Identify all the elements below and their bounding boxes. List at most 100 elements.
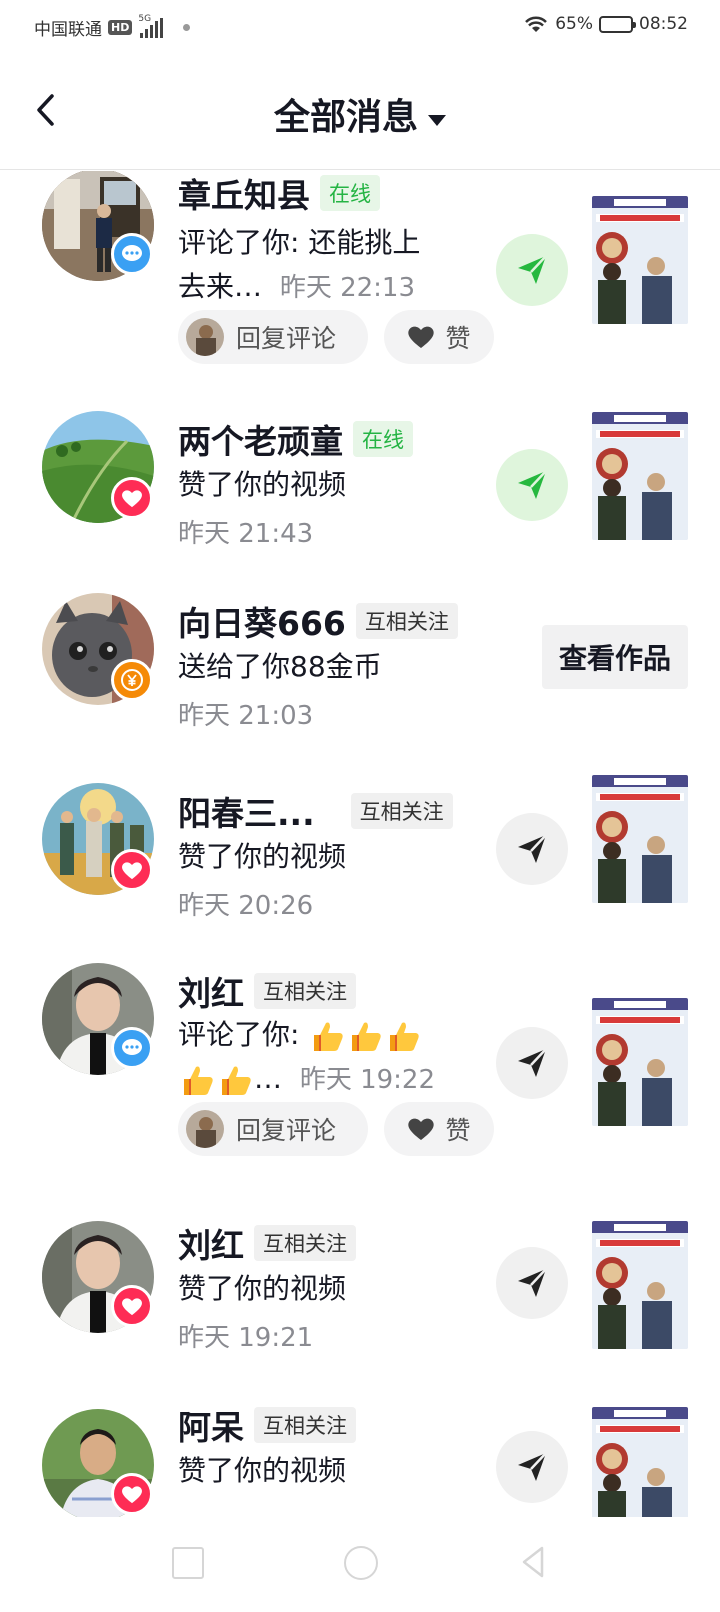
comment-icon: [122, 245, 142, 261]
top-bar: 全部消息: [0, 54, 720, 170]
heart-icon: [122, 1485, 142, 1503]
list-item[interactable]: 两个老顽童 在线 赞了你的视频 昨天 21:43: [0, 407, 720, 577]
sender-name[interactable]: 阳春三...: [178, 787, 315, 835]
timestamp: 昨天 22:13: [279, 273, 416, 303]
sender-name[interactable]: 阿呆: [178, 1401, 244, 1449]
send-button[interactable]: [496, 1027, 568, 1099]
sender-name[interactable]: 向日葵666: [178, 597, 346, 645]
list-item[interactable]: 向日葵666 互相关注 送给了你88金币 昨天 21:03 查看作品: [0, 589, 720, 759]
send-icon: [518, 1268, 547, 1297]
back-triangle-icon[interactable]: [520, 1545, 546, 1579]
reply-avatar: [186, 1110, 224, 1148]
heart-icon: [122, 489, 142, 507]
like-label: 赞: [445, 1116, 471, 1145]
page-title: 全部消息: [273, 97, 418, 138]
message-line-1: 评论了你:: [178, 1018, 309, 1051]
online-tag: 在线: [353, 421, 413, 457]
list-item[interactable]: 阿呆 互相关注 赞了你的视频: [0, 1397, 720, 1517]
notification-dot-icon: [183, 24, 191, 31]
message-text[interactable]: 送给了你88金币: [178, 645, 382, 689]
send-button[interactable]: [496, 813, 568, 885]
send-icon: [518, 255, 547, 284]
timestamp: 昨天 20:26: [178, 891, 314, 921]
reply-label: 回复评论: [236, 324, 337, 353]
message-line-2: 去来…: [178, 270, 263, 303]
video-thumbnail[interactable]: [592, 1221, 688, 1349]
timestamp: 昨天 19:22: [299, 1065, 436, 1095]
timestamp: 昨天 19:21: [178, 1323, 314, 1353]
like-button[interactable]: 赞: [384, 1102, 494, 1156]
online-tag: 在线: [320, 175, 380, 211]
send-button[interactable]: [496, 449, 568, 521]
system-nav-bar: [0, 1517, 720, 1612]
message-text[interactable]: 评论了你: … 昨天 19:22: [178, 1013, 435, 1102]
comment-badge: [111, 233, 153, 275]
reply-comment-button[interactable]: 回复评论: [178, 310, 368, 364]
thumbs-up-icon: [352, 1022, 382, 1051]
home-button[interactable]: [344, 1546, 378, 1580]
video-thumbnail[interactable]: [592, 196, 688, 324]
send-button[interactable]: [496, 1431, 568, 1503]
status-bar: 中国联通 HD 5G 65% 08:52: [0, 0, 720, 54]
sender-name[interactable]: 刘红: [178, 967, 244, 1015]
title-dropdown[interactable]: 全部消息: [0, 88, 720, 140]
mutual-follow-tag: 互相关注: [254, 1407, 356, 1443]
hd-badge: HD: [108, 20, 133, 35]
message-text[interactable]: 评论了你: 还能挑上 去来… 昨天 22:13: [178, 221, 420, 310]
message-text[interactable]: 赞了你的视频: [178, 463, 346, 507]
send-button[interactable]: [496, 234, 568, 306]
thumbs-up-icon: [222, 1066, 251, 1095]
clock: 08:52: [639, 14, 688, 34]
like-badge: [111, 477, 153, 519]
message-text[interactable]: 赞了你的视频: [178, 835, 346, 879]
like-badge: [111, 849, 153, 891]
like-button[interactable]: 赞: [384, 310, 494, 364]
reply-label: 回复评论: [236, 1116, 337, 1145]
mutual-follow-tag: 互相关注: [254, 1225, 356, 1261]
list-item[interactable]: 刘红 互相关注 评论了你: … 昨天 19:22 回复评论 赞: [0, 963, 720, 1183]
list-item[interactable]: 阳春三... 互相关注 赞了你的视频 昨天 20:26: [0, 775, 720, 949]
comment-icon: [122, 1039, 142, 1055]
like-badge: [111, 1473, 153, 1515]
caret-down-icon: [428, 115, 446, 126]
heart-icon: [122, 1297, 142, 1315]
heart-icon: [408, 1118, 435, 1140]
view-works-button[interactable]: 查看作品: [542, 625, 688, 689]
signal-icon: 5G: [138, 14, 164, 38]
mutual-follow-tag: 互相关注: [355, 603, 458, 639]
send-button[interactable]: [496, 1247, 568, 1319]
message-text[interactable]: 赞了你的视频: [178, 1267, 346, 1311]
video-thumbnail[interactable]: [592, 1407, 688, 1517]
comment-badge: [111, 1027, 153, 1069]
timestamp: 昨天 21:03: [178, 701, 314, 731]
video-thumbnail[interactable]: [592, 412, 688, 540]
list-item[interactable]: 章丘知县 在线 评论了你: 还能挑上 去来… 昨天 22:13 回复评论 赞: [0, 171, 720, 386]
message-line-1: 评论了你: 还能挑上: [178, 226, 421, 259]
message-list[interactable]: 章丘知县 在线 评论了你: 还能挑上 去来… 昨天 22:13 回复评论 赞 两…: [0, 171, 720, 1517]
timestamp: 昨天 21:43: [178, 519, 314, 549]
like-label: 赞: [445, 324, 471, 353]
send-icon: [518, 1452, 547, 1481]
video-thumbnail[interactable]: [592, 998, 688, 1126]
sender-name[interactable]: 两个老顽童: [178, 415, 343, 463]
thumbs-up-icon: [184, 1066, 213, 1095]
heart-icon: [408, 326, 435, 348]
send-icon: [518, 470, 547, 499]
send-icon: [518, 834, 547, 863]
heart-icon: [122, 861, 142, 879]
sender-name[interactable]: 章丘知县: [178, 171, 310, 217]
battery-percent: 65%: [555, 14, 593, 34]
send-icon: [518, 1048, 547, 1077]
thumbs-up-icon: [390, 1022, 420, 1051]
reply-comment-button[interactable]: 回复评论: [178, 1102, 368, 1156]
network-type-label: 5G: [138, 13, 152, 24]
message-text[interactable]: 赞了你的视频: [178, 1449, 346, 1493]
reply-avatar: [186, 318, 224, 356]
carrier-label: 中国联通: [34, 20, 102, 40]
mutual-follow-tag: 互相关注: [254, 973, 356, 1009]
list-item[interactable]: 刘红 互相关注 赞了你的视频 昨天 19:21: [0, 1215, 720, 1385]
video-thumbnail[interactable]: [592, 775, 688, 903]
sender-name[interactable]: 刘红: [178, 1219, 244, 1267]
mutual-follow-tag: 互相关注: [350, 793, 453, 829]
recents-button[interactable]: [172, 1547, 204, 1579]
